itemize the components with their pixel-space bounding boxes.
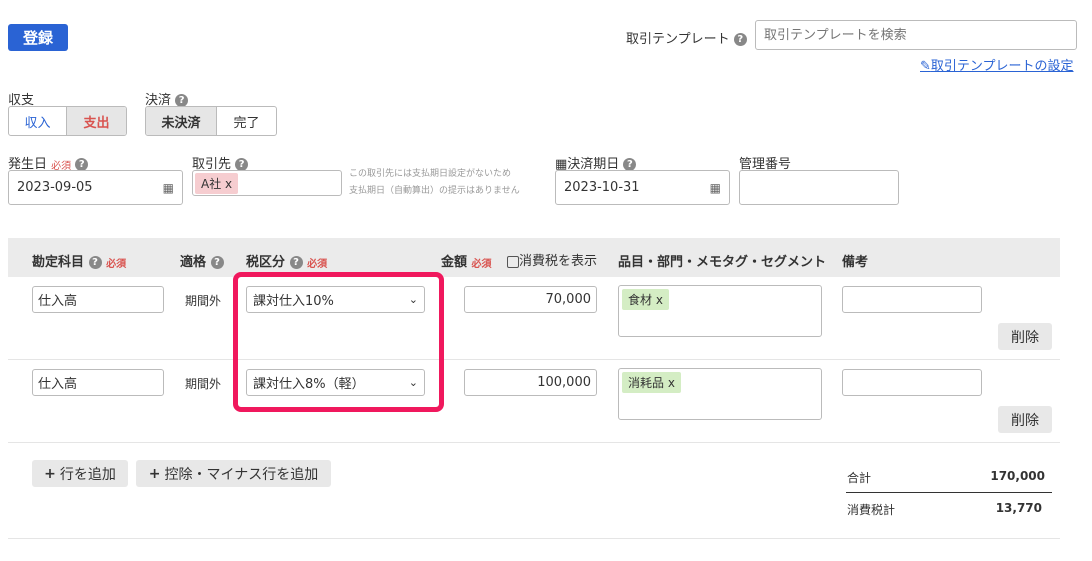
show-tax-label: 消費税を表示 <box>519 254 598 269</box>
amount-header-text: 金額 <box>441 255 468 270</box>
delete-row-button[interactable]: 削除 <box>998 406 1052 433</box>
partner-tag: A社 x <box>195 173 239 194</box>
mgmt-no-input[interactable] <box>739 170 899 205</box>
item-tag: 消耗品 x <box>622 372 681 393</box>
highlight-box <box>233 272 444 412</box>
add-deduction-label: 控除・マイナス行を追加 <box>164 466 319 483</box>
due-date-value: 2023-10-31 <box>564 180 640 195</box>
plus-icon: + <box>148 465 161 482</box>
totals-divider <box>846 492 1052 493</box>
issue-date-value: 2023-09-05 <box>17 180 93 195</box>
due-date-input[interactable]: 2023-10-31 ▦ <box>555 170 730 205</box>
help-icon[interactable]: ? <box>733 33 747 46</box>
amount-header: 金額 必須 <box>441 251 492 270</box>
total-value: 170,000 <box>990 469 1045 483</box>
add-row-button[interactable]: + 行を追加 <box>32 460 128 487</box>
partner-tag-text: A社 <box>201 177 222 191</box>
help-icon[interactable]: ? <box>289 256 303 269</box>
tax-header: 税区分 ? 必須 <box>246 251 327 270</box>
row-divider <box>8 359 1060 360</box>
items-tag-input[interactable]: 食材 x <box>618 285 822 337</box>
item-tag: 食材 x <box>622 289 669 310</box>
account-header-text: 勘定科目 <box>32 255 85 270</box>
required-badge: 必須 <box>106 259 127 270</box>
plus-icon: + <box>44 465 56 482</box>
row-divider <box>8 442 1060 443</box>
template-label: 取引テンプレート ? <box>626 28 747 47</box>
edit-icon: ✎ <box>920 59 931 74</box>
account-input[interactable]: 仕入高 <box>32 369 164 396</box>
tag-remove-icon[interactable]: x <box>656 293 663 307</box>
checkbox-icon[interactable] <box>507 255 519 268</box>
tax-total-label: 消費税計 <box>847 503 896 517</box>
template-label-text: 取引テンプレート <box>626 32 730 47</box>
total-label: 合計 <box>847 471 872 485</box>
tax-total-value: 13,770 <box>995 501 1042 515</box>
partner-note-2: 支払期日（自動算出）の提示はありません <box>349 186 520 196</box>
delete-row-button[interactable]: 削除 <box>998 323 1052 350</box>
template-settings-text: 取引テンプレートの設定 <box>930 59 1074 74</box>
register-button[interactable]: 登録 <box>8 24 68 51</box>
item-tag-text: 消耗品 <box>628 376 665 390</box>
expense-option[interactable]: 支出 <box>67 107 126 135</box>
show-tax-checkbox[interactable]: 消費税を表示 <box>507 250 597 269</box>
calendar-icon[interactable]: ▦ <box>163 181 174 195</box>
help-icon[interactable]: ? <box>88 256 102 269</box>
required-badge: 必須 <box>307 259 328 270</box>
issue-date-input[interactable]: 2023-09-05 ▦ <box>8 170 183 205</box>
add-row-label: 行を追加 <box>59 466 116 483</box>
note-input[interactable] <box>842 286 982 313</box>
settlement-toggle: 未決済 完了 <box>145 106 277 136</box>
account-input[interactable]: 仕入高 <box>32 286 164 313</box>
partner-input[interactable]: A社 x <box>192 170 342 196</box>
item-tag-text: 食材 <box>628 293 653 307</box>
account-header: 勘定科目 ? 必須 <box>32 251 126 270</box>
qualified-header: 適格 ? <box>180 251 224 270</box>
partner-note-1: この取引先には支払期日設定がないため <box>349 169 512 179</box>
qualified-value: 期間外 <box>185 294 222 308</box>
tax-header-text: 税区分 <box>246 255 286 270</box>
tag-remove-icon[interactable]: x <box>668 376 675 390</box>
income-expense-toggle: 収入 支出 <box>8 106 127 136</box>
help-icon[interactable]: ? <box>210 256 224 269</box>
unsettled-option[interactable]: 未決済 <box>146 107 217 135</box>
tag-remove-icon[interactable]: x <box>225 177 232 191</box>
items-tag-input[interactable]: 消耗品 x <box>618 368 822 420</box>
template-settings-link[interactable]: ✎取引テンプレートの設定 <box>920 55 1074 74</box>
calendar-icon[interactable]: ▦ <box>710 181 721 195</box>
items-header: 品目・部門・メモタグ・セグメント <box>618 255 827 270</box>
required-badge: 必須 <box>471 259 492 270</box>
add-deduction-row-button[interactable]: + 控除・マイナス行を追加 <box>136 460 331 487</box>
amount-input[interactable]: 70,000 <box>464 286 597 313</box>
note-header: 備考 <box>842 255 869 270</box>
footer-divider <box>8 538 1060 539</box>
income-option[interactable]: 収入 <box>9 107 68 135</box>
amount-input[interactable]: 100,000 <box>464 369 597 396</box>
note-input[interactable] <box>842 369 982 396</box>
settled-option[interactable]: 完了 <box>217 107 276 135</box>
qualified-value: 期間外 <box>185 377 222 391</box>
qualified-header-text: 適格 <box>180 255 207 270</box>
template-search-input[interactable] <box>755 20 1077 50</box>
